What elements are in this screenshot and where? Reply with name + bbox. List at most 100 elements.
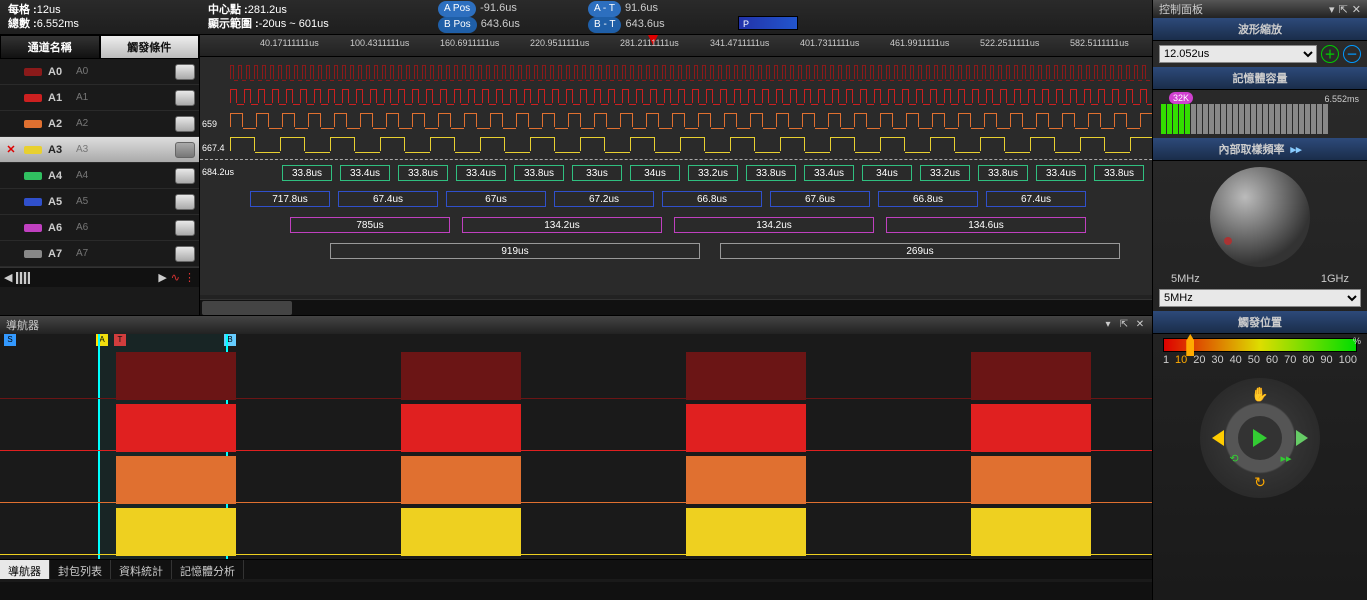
memory-bar-segment: [1197, 104, 1202, 134]
sample-rate-knob[interactable]: [1210, 167, 1310, 267]
trigger-toggle[interactable]: [175, 64, 195, 80]
nav-block: [116, 404, 236, 452]
memory-bar-segment: [1167, 104, 1172, 134]
memory-bar-segment: [1281, 104, 1286, 134]
tab-channel-name[interactable]: 通道名稱: [0, 35, 100, 59]
bars-icon: [16, 272, 30, 284]
zoom-in-icon[interactable]: ＋: [1321, 45, 1339, 63]
memory-bar-segment: [1239, 104, 1244, 134]
channel-id: A1: [76, 92, 88, 103]
dropdown-icon[interactable]: ▾: [1102, 319, 1114, 331]
control-panel: 控制面板 ▾ ⇱ ✕ 波形縮放 12.052us ＋ － 記憶體容量 32K 6…: [1152, 0, 1367, 600]
memory-bar-segment: [1287, 104, 1292, 134]
dropdown-icon[interactable]: ▾: [1329, 3, 1335, 16]
channel-row-a7[interactable]: A7 A7: [0, 241, 199, 267]
trigger-toggle[interactable]: [175, 220, 195, 236]
nav-block: [401, 508, 521, 556]
memory-bar-segment: [1251, 104, 1256, 134]
memory-header: 記憶體容量: [1153, 67, 1367, 90]
expand-icon[interactable]: ▸▸: [1290, 143, 1301, 156]
step-back-icon[interactable]: ⟲: [1222, 446, 1246, 470]
close-icon[interactable]: ✕: [1352, 3, 1361, 16]
channel-row-a0[interactable]: A0 A0: [0, 59, 199, 85]
transport-dpad: ✋ ↻ ⟲ ▸▸: [1200, 378, 1320, 498]
scroll-left-icon[interactable]: ◀: [4, 271, 12, 284]
channel-row-a5[interactable]: A5 A5: [0, 189, 199, 215]
close-icon[interactable]: ✕: [1134, 319, 1146, 331]
memory-bar-segment: [1191, 104, 1196, 134]
zoom-out-icon[interactable]: －: [1343, 45, 1361, 63]
nav-block: [401, 352, 521, 400]
close-icon[interactable]: ✕: [4, 143, 18, 156]
trigger-toggle[interactable]: [175, 168, 195, 184]
channel-id: A6: [76, 222, 88, 233]
wave-icon[interactable]: ∿: [171, 271, 180, 284]
channel-id: A2: [76, 118, 88, 129]
channel-swatch: [24, 68, 42, 76]
total-label: 總數 :: [8, 18, 37, 30]
pin-icon[interactable]: ⇱: [1339, 3, 1348, 16]
channel-row-a2[interactable]: A2 A2: [0, 111, 199, 137]
hand-icon[interactable]: ✋: [1248, 382, 1272, 406]
scroll-right-icon[interactable]: ▶: [158, 271, 166, 284]
channel-swatch: [24, 94, 42, 102]
trigger-tick: 90: [1320, 354, 1332, 366]
nav-block: [971, 456, 1091, 504]
flag-s[interactable]: S: [4, 334, 16, 346]
tab-memory[interactable]: 記憶體分析: [172, 560, 244, 579]
nav-block: [116, 456, 236, 504]
memory-bar-segment: [1299, 104, 1304, 134]
pin-icon[interactable]: ⇱: [1118, 319, 1130, 331]
channel-row-a6[interactable]: A6 A6: [0, 215, 199, 241]
memory-bar-segment: [1311, 104, 1316, 134]
tab-navigator[interactable]: 導航器: [0, 560, 50, 579]
apos-value: -91.6us: [480, 2, 517, 14]
control-panel-title: 控制面板: [1159, 1, 1203, 17]
channel-name: A3: [48, 144, 70, 156]
channel-id: A4: [76, 170, 88, 181]
memory-bar-segment: [1323, 104, 1328, 134]
channel-row-a3[interactable]: ✕ A3 A3: [0, 137, 199, 163]
trigger-toggle[interactable]: [175, 246, 195, 262]
ruler-tick: 522.2511111us: [980, 38, 1039, 48]
nav-block: [971, 508, 1091, 556]
trigger-tick: 70: [1284, 354, 1296, 366]
channel-row-a1[interactable]: A1 A1: [0, 85, 199, 111]
memory-gauge[interactable]: 32K 6.552ms: [1161, 94, 1359, 134]
nav-block: [401, 456, 521, 504]
zoom-select[interactable]: 12.052us: [1159, 45, 1317, 63]
trigger-tick: 1: [1163, 354, 1169, 366]
step-fwd-icon[interactable]: ▸▸: [1274, 446, 1298, 470]
navigator-body[interactable]: S A T B: [0, 334, 1152, 559]
sample-rate-select[interactable]: 5MHz: [1159, 289, 1361, 307]
trigger-toggle[interactable]: [175, 90, 195, 106]
tab-trigger-cond[interactable]: 觸發條件: [100, 35, 200, 59]
memory-bar-segment: [1263, 104, 1268, 134]
trigger-toggle[interactable]: [175, 194, 195, 210]
loop-icon[interactable]: ↻: [1248, 470, 1272, 494]
memory-bar-segment: [1257, 104, 1262, 134]
bottom-tabs: 導航器 封包列表 資料統計 記憶體分析: [0, 559, 1152, 579]
memory-bar-segment: [1203, 104, 1208, 134]
channel-swatch: [24, 250, 42, 258]
nav-block: [686, 352, 806, 400]
channel-row-a4[interactable]: A4 A4: [0, 163, 199, 189]
trigger-position-slider[interactable]: % 1102030405060708090100: [1163, 338, 1357, 366]
channel-name: A0: [48, 66, 70, 78]
memory-bar-segment: [1179, 104, 1184, 134]
ruler-tick: 341.4711111us: [710, 38, 769, 48]
tab-stats[interactable]: 資料統計: [111, 560, 172, 579]
memory-bar-segment: [1269, 104, 1274, 134]
ruler-tick: 461.9911111us: [890, 38, 949, 48]
trigger-toggle[interactable]: [175, 142, 195, 158]
trigger-toggle[interactable]: [175, 116, 195, 132]
nav-block: [686, 456, 806, 504]
tab-packet-list[interactable]: 封包列表: [50, 560, 111, 579]
trigger-tick: 10: [1175, 354, 1187, 366]
channel-name: A6: [48, 222, 70, 234]
channel-swatch: [24, 172, 42, 180]
memory-bar-segment: [1233, 104, 1238, 134]
memory-bar-segment: [1209, 104, 1214, 134]
dots-icon[interactable]: ⋮: [184, 271, 195, 284]
center-value: 281.2us: [248, 4, 287, 16]
